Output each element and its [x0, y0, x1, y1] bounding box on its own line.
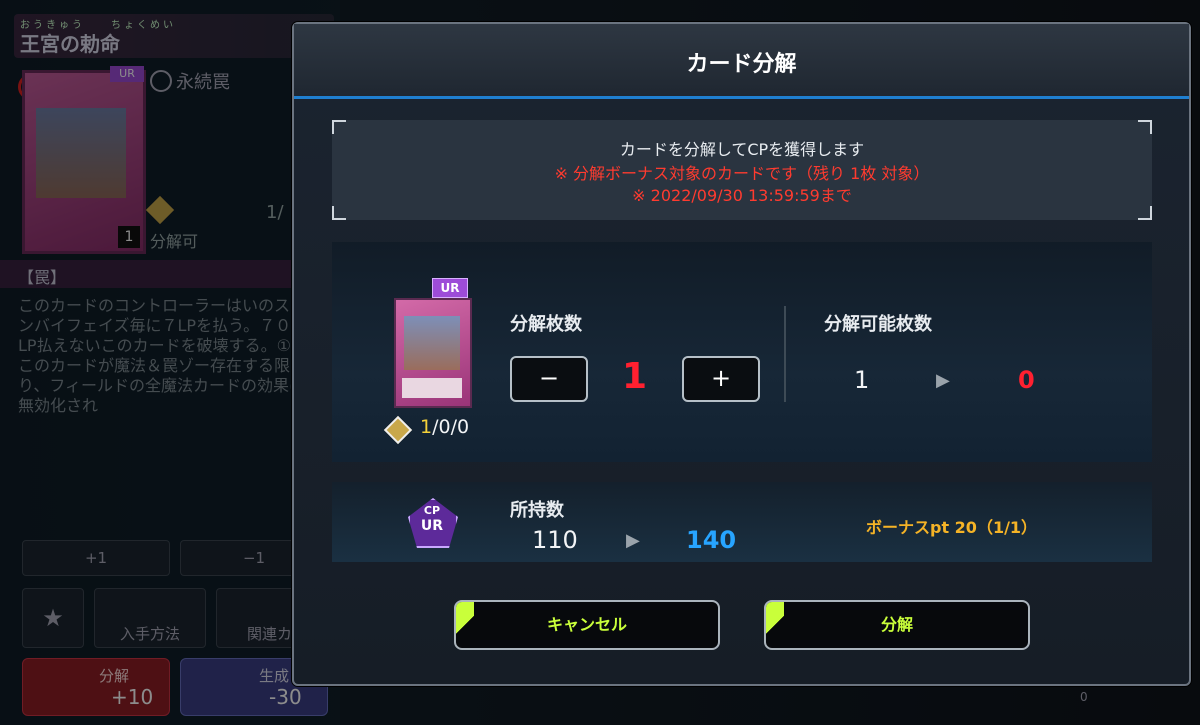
info-line-main: カードを分解してCPを獲得します [619, 140, 865, 159]
cancel-label: キャンセル [546, 615, 627, 634]
dismantle-count-value: 1 [622, 356, 648, 397]
dialog-header: カード分解 [294, 24, 1189, 99]
card-rarity-badge: UR [432, 278, 468, 298]
arrow-right-icon: ▶ [936, 370, 950, 391]
owned-copies: 1/0/0 [420, 416, 469, 438]
owned-copies-first: 1 [420, 416, 433, 438]
arrow-right-icon: ▶ [626, 530, 640, 551]
available-count-label: 分解可能枚数 [824, 314, 932, 335]
owned-cp-after: 140 [686, 526, 737, 554]
divider [784, 306, 786, 402]
available-before: 1 [854, 366, 870, 394]
increment-button[interactable]: + [682, 356, 760, 402]
owned-copies-rest: /0/0 [432, 416, 470, 438]
owned-cp-label: 所持数 [510, 500, 564, 521]
card-artwork-small [404, 316, 460, 370]
button-accent [456, 602, 474, 648]
dismantle-label: 分解 [880, 615, 913, 634]
corner-bottom-right [1138, 206, 1152, 220]
available-after: 0 [1018, 366, 1035, 394]
dismantle-button[interactable]: 分解 [764, 600, 1030, 650]
bonus-points: ボーナスpt 20（1/1） [866, 518, 1038, 537]
cp-panel: CP UR 所持数 110 ▶ 140 ボーナスpt 20（1/1） [332, 482, 1152, 562]
dismantle-panel: UR 1/0/0 分解枚数 − 1 + 分解可能枚数 1 ▶ 0 [332, 242, 1152, 462]
cancel-button[interactable]: キャンセル [454, 600, 720, 650]
cp-icon-label: CP [423, 504, 441, 517]
owned-cp-before: 110 [532, 526, 578, 554]
info-line-bonus: ※ 分解ボーナス対象のカードです（残り 1枚 対象） [554, 164, 930, 183]
corner-bottom-left [332, 206, 346, 220]
info-line-deadline: ※ 2022/09/30 13:59:59まで [632, 186, 852, 205]
corner-top-right [1138, 120, 1152, 134]
button-accent [766, 602, 784, 648]
info-box: カードを分解してCPを獲得します ※ 分解ボーナス対象のカードです（残り 1枚 … [332, 120, 1152, 220]
craft-icon [383, 415, 413, 445]
decrement-button[interactable]: − [510, 356, 588, 402]
cp-icon-rarity: UR [420, 518, 444, 534]
dialog-title: カード分解 [686, 52, 797, 77]
card-image [394, 298, 472, 408]
dismantle-dialog: カード分解 カードを分解してCPを獲得します ※ 分解ボーナス対象のカードです（… [292, 22, 1191, 686]
card-text-box [402, 378, 462, 398]
corner-top-left [332, 120, 346, 134]
dismantle-count-label: 分解枚数 [510, 314, 582, 335]
